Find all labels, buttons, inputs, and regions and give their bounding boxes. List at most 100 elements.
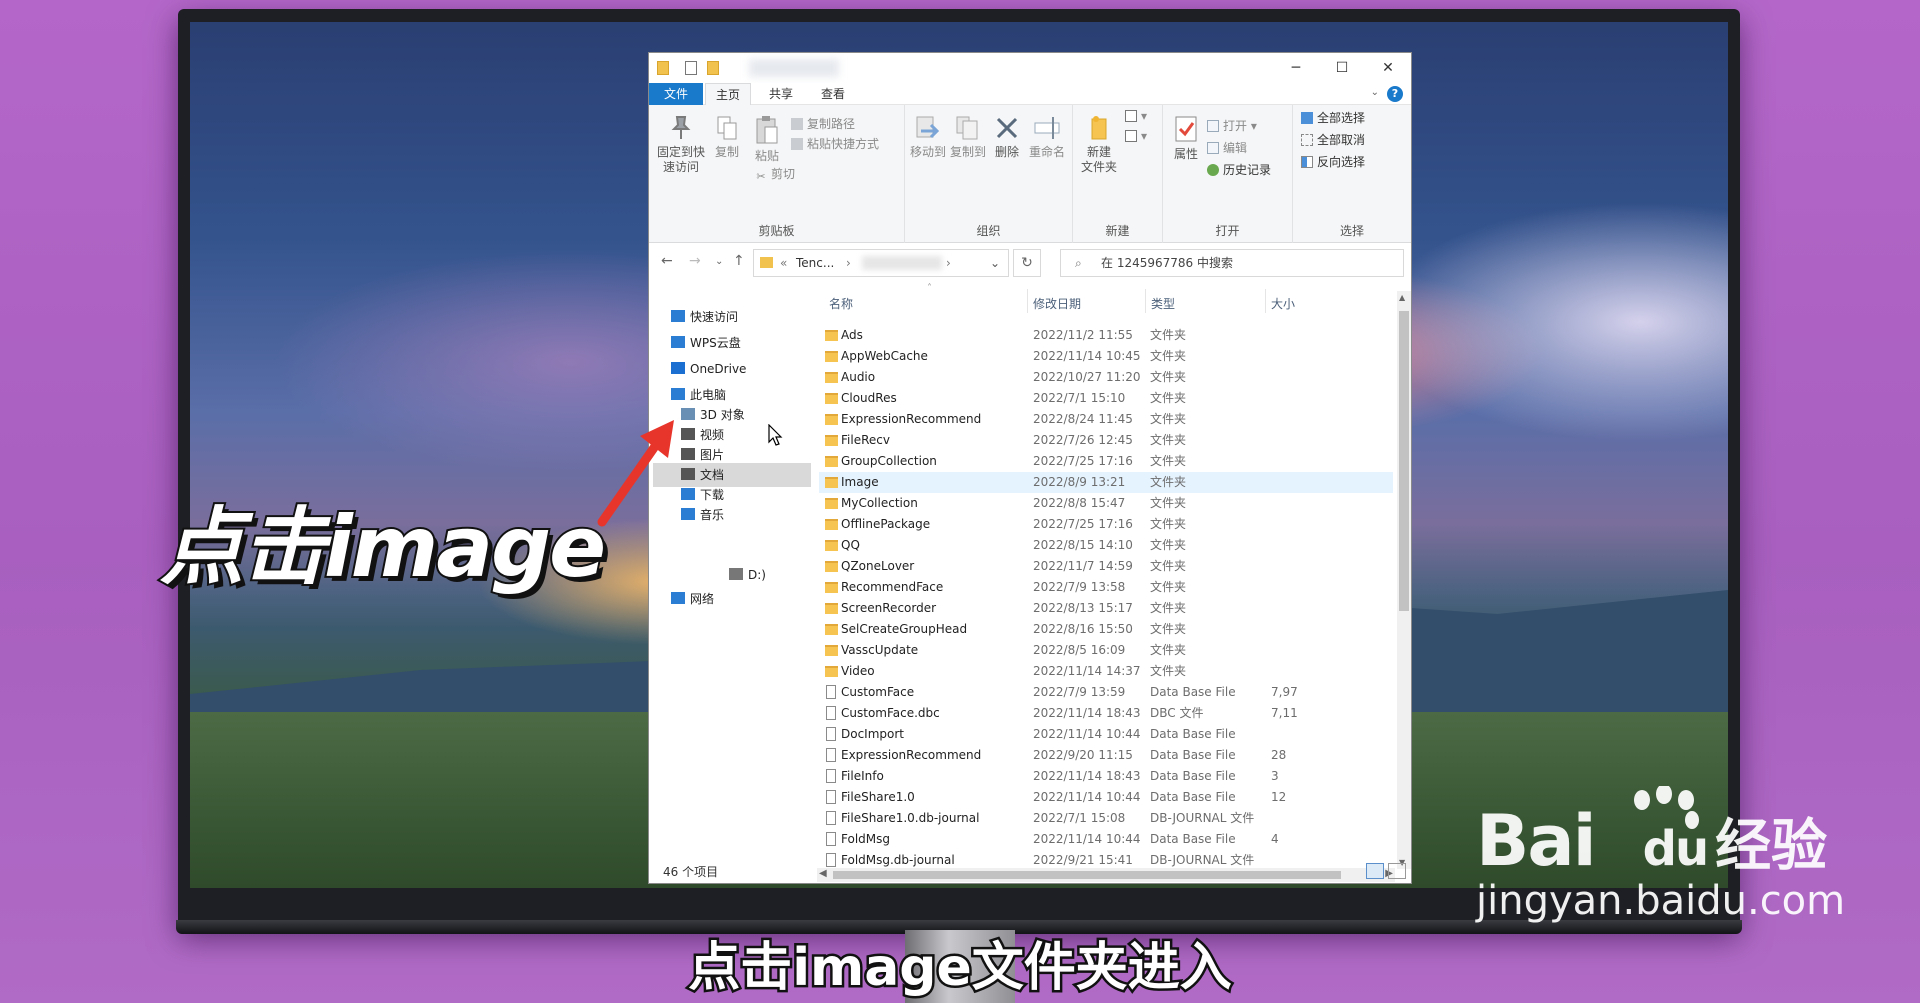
nav-item-11[interactable]: 网络 (671, 587, 714, 611)
select-none-button[interactable]: 全部取消 (1301, 131, 1365, 148)
delete-button[interactable]: 删除 (991, 115, 1023, 160)
file-row[interactable]: FoldMsg 2022/11/14 10:44 Data Base File 4 (819, 829, 1393, 850)
search-input[interactable]: ⌕ 在 1245967786 中搜索 (1060, 249, 1404, 277)
file-row[interactable]: CustomFace 2022/7/9 13:59 Data Base File 7,… (819, 682, 1393, 703)
file-row[interactable]: DocImport 2022/11/14 10:44 Data Base File (819, 724, 1393, 745)
open-icon (1207, 120, 1219, 132)
vertical-scrollbar[interactable]: ▲ ▼ (1397, 291, 1411, 869)
file-row[interactable]: CustomFace.dbc 2022/11/14 18:43 DBC 文件 7,11 (819, 703, 1393, 724)
file-row[interactable]: ScreenRecorder 2022/8/13 15:17 文件夹 (819, 598, 1393, 619)
file-row[interactable]: FileShare1.0 2022/11/14 10:44 Data Base Fi… (819, 787, 1393, 808)
close-button[interactable]: ✕ (1365, 53, 1411, 83)
up-arrow-icon[interactable]: ↑ (733, 253, 745, 269)
chevron-down-icon[interactable]: ⌄ (1371, 87, 1379, 98)
title-bar[interactable]: ─ ☐ ✕ (649, 53, 1411, 83)
properties-check-icon[interactable] (685, 61, 697, 75)
file-row[interactable]: QZoneLover 2022/11/7 14:59 文件夹 (819, 556, 1393, 577)
column-size[interactable]: 大小 (1271, 295, 1295, 312)
paste-shortcut-button[interactable]: 粘贴快捷方式 (791, 135, 879, 152)
nav-item-9[interactable]: 音乐 (681, 503, 724, 527)
refresh-icon[interactable]: ↻ (1013, 249, 1041, 277)
cut-button[interactable]: ✂ 剪切 (755, 165, 795, 183)
file-row[interactable]: SelCreateGroupHead 2022/8/16 15:50 文件夹 (819, 619, 1393, 640)
file-row[interactable]: QQ 2022/8/15 14:10 文件夹 (819, 535, 1393, 556)
history-icon (1207, 164, 1219, 176)
file-row[interactable]: OfflinePackage 2022/7/25 17:16 文件夹 (819, 514, 1393, 535)
folder-icon (825, 414, 838, 425)
select-all-button[interactable]: 全部选择 (1301, 109, 1365, 126)
file-row[interactable]: Video 2022/11/14 14:37 文件夹 (819, 661, 1393, 682)
tab-share[interactable]: 共享 (759, 83, 803, 105)
new-folder-button[interactable]: 新建 文件夹 (1077, 115, 1121, 175)
column-divider[interactable] (1145, 289, 1146, 313)
file-row[interactable]: ExpressionRecommend 2022/8/24 11:45 文件夹 (819, 409, 1393, 430)
move-to-button[interactable]: 移动到 (909, 115, 947, 160)
file-row[interactable]: RecommendFace 2022/7/9 13:58 文件夹 (819, 577, 1393, 598)
column-type[interactable]: 类型 (1151, 295, 1175, 312)
tab-home[interactable]: 主页 (705, 83, 752, 105)
file-row[interactable]: ExpressionRecommend 2022/9/20 11:15 Data B… (819, 745, 1393, 766)
pin-quick-access-button[interactable]: 固定到快 速访问 (655, 115, 707, 175)
address-dropdown-icon[interactable]: ⌄ (990, 256, 1000, 270)
horizontal-scrollbar[interactable]: ◀ ▶ (817, 868, 1395, 882)
nav-item-0[interactable]: 快速访问 (671, 305, 738, 329)
invert-selection-button[interactable]: 反向选择 (1301, 153, 1365, 170)
nav-item-2[interactable]: OneDrive (671, 357, 746, 381)
file-row[interactable]: Image 2022/8/9 13:21 文件夹 (819, 472, 1393, 493)
column-divider[interactable] (1265, 289, 1266, 313)
new-item-button[interactable]: ▾ (1125, 109, 1147, 123)
open-button[interactable]: 打开 ▾ (1207, 117, 1257, 134)
new-folder-quick-icon[interactable] (707, 61, 719, 75)
overflow-crumb[interactable]: « (780, 256, 787, 270)
file-row[interactable]: AppWebCache 2022/11/14 10:45 文件夹 (819, 346, 1393, 367)
file-row[interactable]: MyCollection 2022/8/8 15:47 文件夹 (819, 493, 1393, 514)
file-row[interactable]: VasscUpdate 2022/8/5 16:09 文件夹 (819, 640, 1393, 661)
rename-button[interactable]: 重命名 (1025, 115, 1069, 160)
file-row[interactable]: CloudRes 2022/7/1 15:10 文件夹 (819, 388, 1393, 409)
scroll-up-icon[interactable]: ▲ (1399, 293, 1405, 302)
help-icon[interactable]: ? (1387, 86, 1403, 102)
file-name: Audio (841, 370, 876, 384)
folder-icon (825, 456, 838, 467)
paste-button[interactable]: 粘贴 (749, 115, 785, 164)
details-view-icon[interactable] (1366, 863, 1384, 879)
file-row[interactable]: FileRecv 2022/7/26 12:45 文件夹 (819, 430, 1393, 451)
file-row[interactable]: FileInfo 2022/11/14 18:43 Data Base File 3 (819, 766, 1393, 787)
breadcrumb[interactable]: Tenc... (796, 256, 834, 270)
scroll-thumb-horizontal[interactable] (833, 871, 1341, 879)
column-date[interactable]: 修改日期 (1033, 295, 1081, 312)
scroll-left-icon[interactable]: ◀ (819, 868, 827, 879)
column-name[interactable]: 名称 (829, 295, 853, 312)
file-type: 文件夹 (1150, 622, 1187, 636)
mouse-cursor-icon (768, 424, 783, 446)
easy-access-button[interactable]: ▾ (1125, 129, 1147, 143)
file-row[interactable]: Ads 2022/11/2 11:55 文件夹 (819, 325, 1393, 346)
copy-to-button[interactable]: 复制到 (949, 115, 987, 160)
address-bar[interactable]: « Tenc... › › ⌄ (753, 249, 1009, 277)
file-row[interactable]: FileShare1.0.db-journal 2022/7/1 15:08 DB-… (819, 808, 1393, 829)
history-button[interactable]: 历史记录 (1207, 161, 1271, 178)
copy-path-button[interactable]: 复制路径 (791, 115, 855, 132)
minimize-button[interactable]: ─ (1273, 53, 1319, 83)
maximize-button[interactable]: ☐ (1319, 53, 1365, 83)
file-date: 2022/7/25 17:16 (1033, 517, 1133, 531)
back-arrow-icon[interactable]: ← (661, 253, 673, 269)
column-divider[interactable] (1027, 289, 1028, 313)
folder-icon (825, 351, 838, 362)
edit-button[interactable]: 编辑 (1207, 139, 1247, 156)
scroll-thumb[interactable] (1399, 311, 1409, 611)
properties-button[interactable]: 属性 (1169, 115, 1203, 162)
recent-locations-chevron-icon[interactable]: ⌄ (715, 256, 723, 267)
desktop-wallpaper: ─ ☐ ✕ 文件 主页 共享 查看 ⌄ ? 固定到快 速访问 复制 粘贴 复制路… (190, 22, 1728, 888)
nav-item-label: 3D 对象 (700, 408, 745, 422)
file-row[interactable]: GroupCollection 2022/7/25 17:16 文件夹 (819, 451, 1393, 472)
file-row[interactable]: Audio 2022/10/27 11:20 文件夹 (819, 367, 1393, 388)
tab-view[interactable]: 查看 (811, 83, 855, 105)
forward-arrow-icon[interactable]: → (689, 253, 701, 269)
tab-file[interactable]: 文件 (649, 83, 703, 105)
copy-button[interactable]: 复制 (709, 115, 745, 160)
file-date: 2022/11/14 10:44 (1033, 832, 1141, 846)
large-icons-view-icon[interactable] (1388, 863, 1406, 879)
nav-item-1[interactable]: WPS云盘 (671, 331, 741, 355)
nav-item-10[interactable]: D:) (729, 563, 766, 587)
